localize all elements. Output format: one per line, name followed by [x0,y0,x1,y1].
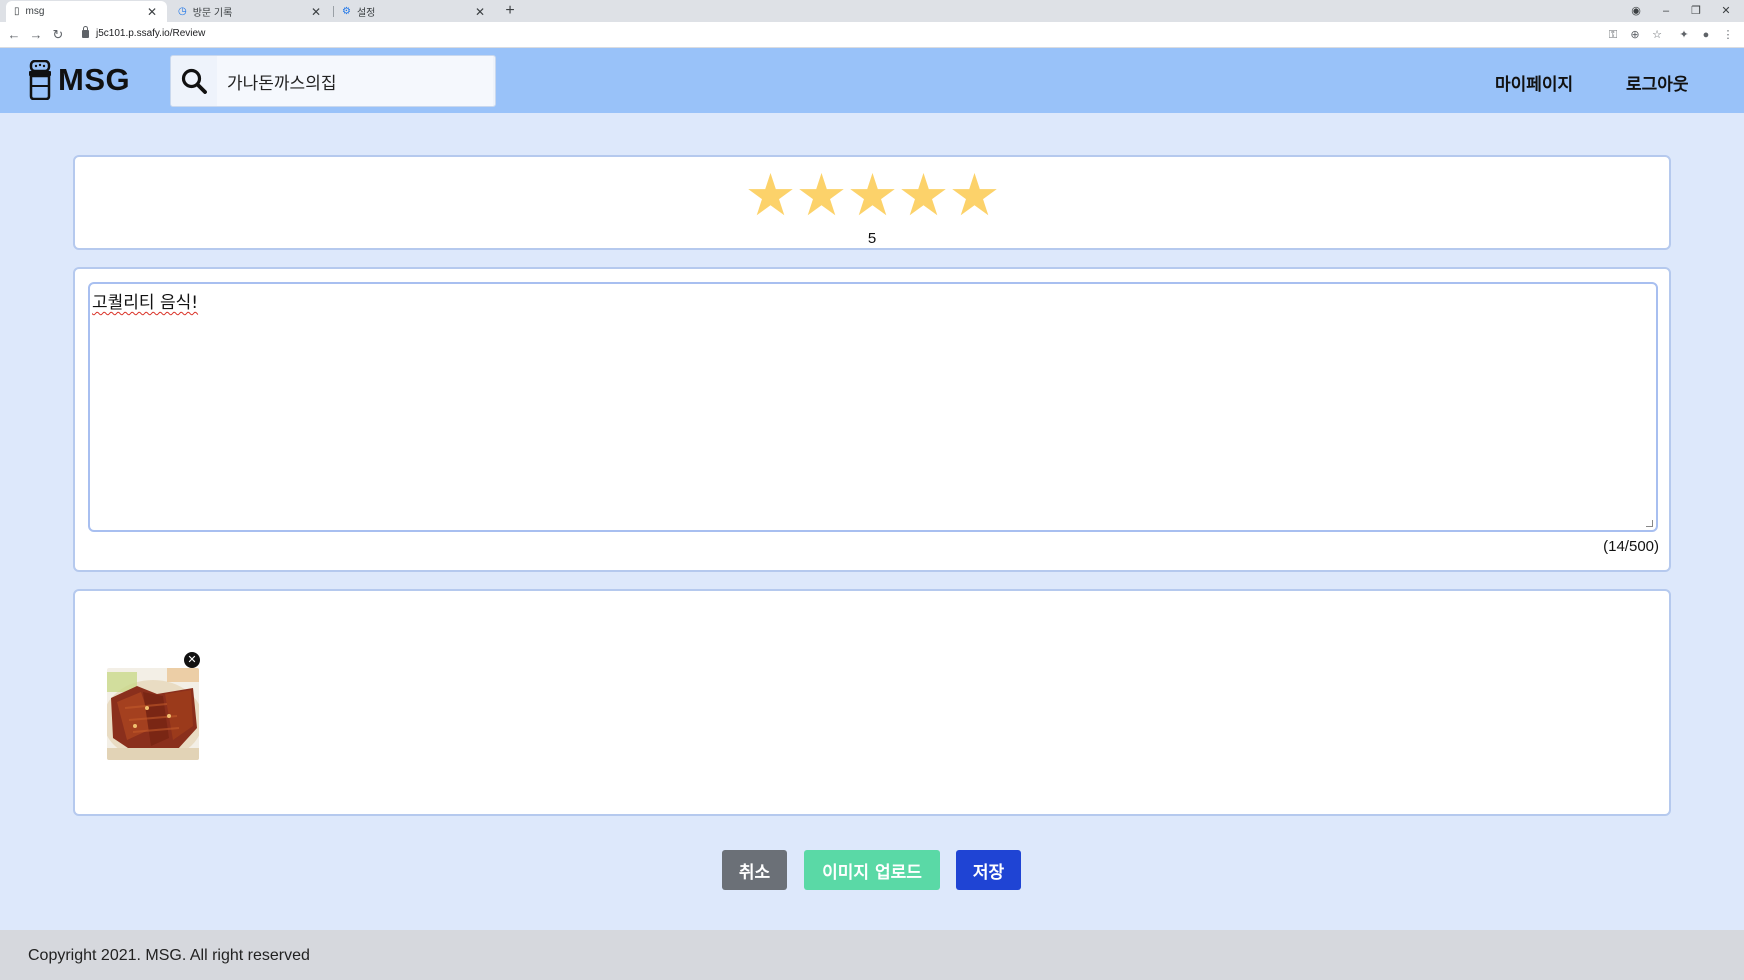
star-icon[interactable]: ★ [949,167,1001,225]
footer: Copyright 2021. MSG. All right reserved [0,930,1744,980]
history-icon: ◷ [178,6,187,17]
cancel-button[interactable]: 취소 [722,850,787,890]
review-text: 고퀄리티 음식! [92,293,199,313]
copyright-text: Copyright 2021. MSG. All right reserved [28,947,310,964]
tab-settings[interactable]: ⚙ 설정 ✕ [334,1,495,22]
salt-shaker-icon: ▯ [14,6,20,17]
new-tab-icon[interactable]: + [501,2,519,20]
tab-msg[interactable]: ▯ msg ✕ [6,1,167,22]
tab-title: 방문 기록 [192,8,233,19]
key-icon[interactable]: ⚿ [1605,27,1621,43]
gear-icon: ⚙ [342,6,351,17]
url-field[interactable]: j5c101.p.ssafy.io/Review [96,28,205,39]
logo-text: MSG [58,62,131,97]
remove-image-icon[interactable]: ✕ [184,652,200,668]
upload-image-button[interactable]: 이미지 업로드 [804,850,940,890]
profile-circle-icon[interactable]: ◉ [1624,2,1648,20]
forward-icon[interactable]: → [27,26,45,44]
star-icon[interactable]: ★ [847,167,899,225]
search-input[interactable] [217,56,493,106]
rating-value: 5 [867,230,877,247]
close-window-icon[interactable]: ✕ [1714,2,1738,20]
kebab-menu-icon[interactable]: ⋮ [1720,27,1736,43]
account-icon[interactable]: ● [1698,27,1714,43]
star-icon[interactable]: ★ [898,167,950,225]
star-rating[interactable]: ★ ★ ★ ★ ★ [75,167,1669,225]
app-header: MSG 마이페이지 로그아웃 [0,48,1744,113]
star-icon[interactable]: ★ [796,167,848,225]
image-panel: ✕ [73,589,1671,816]
tab-title: msg [25,6,45,17]
logo[interactable]: MSG [28,60,130,100]
rating-panel: ★ ★ ★ ★ ★ 5 [73,155,1671,250]
zoom-icon[interactable]: ⊕ [1627,27,1643,43]
review-text-panel: 고퀄리티 음식! (14/500) [73,267,1671,572]
back-icon[interactable]: ← [5,26,23,44]
reload-icon[interactable]: ↻ [49,26,67,44]
tab-close-icon[interactable]: ✕ [145,5,159,19]
search-box [170,55,496,107]
browser-tab-bar: ▯ msg ✕ ◷ 방문 기록 ✕ ⚙ 설정 ✕ + ◉ – ❐ ✕ [0,0,1744,22]
food-thumbnail [107,668,199,760]
address-bar: ← → ↻ j5c101.p.ssafy.io/Review ⚿ ⊕ ☆ ✦ ●… [0,22,1744,48]
tab-history[interactable]: ◷ 방문 기록 ✕ [170,1,331,22]
salt-shaker-icon [29,60,51,100]
star-icon[interactable]: ★ [745,167,797,225]
minimize-icon[interactable]: – [1654,2,1678,20]
extensions-icon[interactable]: ✦ [1676,27,1692,43]
logout-link[interactable]: 로그아웃 [1626,70,1689,95]
tab-close-icon[interactable]: ✕ [309,5,323,19]
tab-title: 설정 [356,8,376,19]
review-textarea[interactable]: 고퀄리티 음식! [88,282,1658,532]
bookmark-star-icon[interactable]: ☆ [1649,27,1665,43]
lock-icon [82,26,89,38]
save-button[interactable]: 저장 [956,850,1021,890]
restore-icon[interactable]: ❐ [1684,2,1708,20]
tab-close-icon[interactable]: ✕ [473,5,487,19]
pork-cutlet-photo [107,668,199,760]
resize-grip-icon[interactable] [1646,520,1653,527]
search-icon[interactable] [171,56,217,106]
mypage-link[interactable]: 마이페이지 [1495,70,1573,95]
char-counter: (14/500) [1603,538,1659,555]
